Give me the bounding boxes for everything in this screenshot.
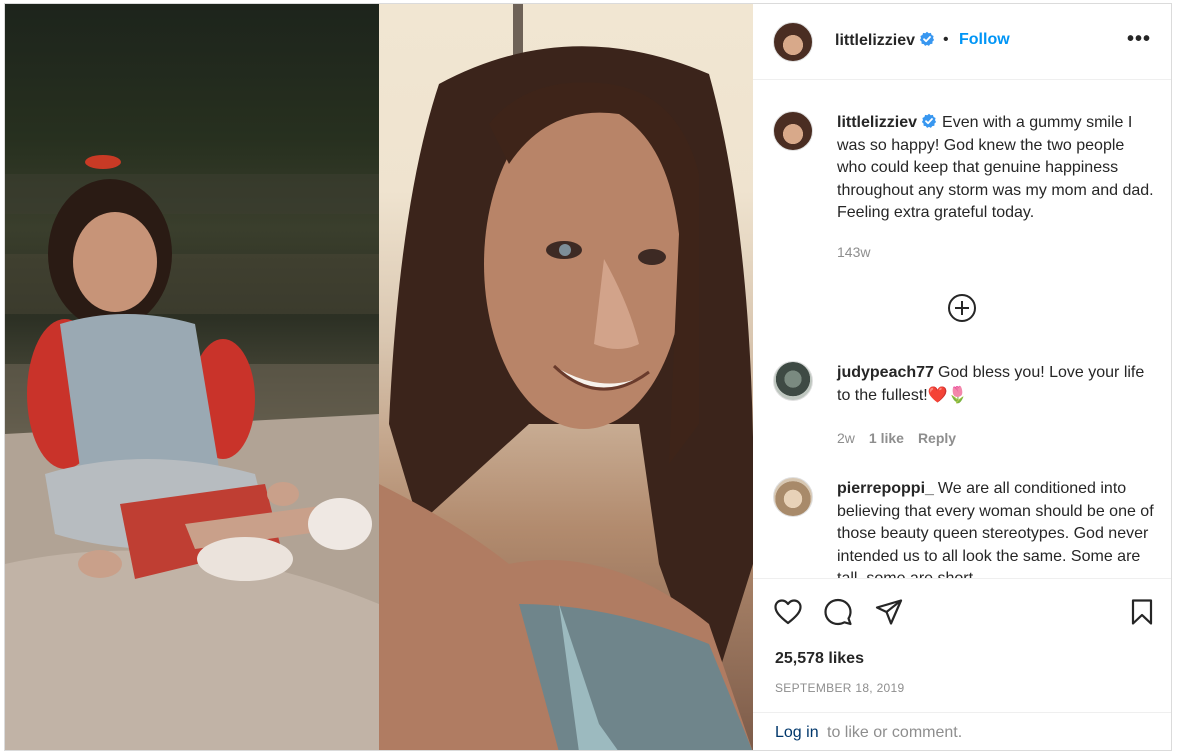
- verified-badge-icon: [920, 31, 935, 46]
- post-header: littlelizziev • Follow •••: [753, 4, 1171, 80]
- share-icon[interactable]: [874, 597, 904, 627]
- post-dialog: littlelizziev • Follow ••• littlelizziev…: [4, 3, 1172, 751]
- post-date[interactable]: SEPTEMBER 18, 2019: [775, 681, 904, 695]
- comment-age[interactable]: 2w: [837, 430, 855, 446]
- comments-list[interactable]: littlelizziev Even with a gummy smile I …: [753, 81, 1171, 578]
- author-avatar[interactable]: [773, 22, 813, 62]
- caption-username[interactable]: littlelizziev: [837, 114, 917, 131]
- selfie-photo: [379, 4, 753, 750]
- login-prompt-text: to like or comment.: [827, 724, 963, 741]
- caption-meta: 143w: [837, 244, 884, 260]
- more-options-icon[interactable]: •••: [1125, 28, 1153, 52]
- caption-text: littlelizziev Even with a gummy smile I …: [837, 112, 1157, 225]
- heart-icon[interactable]: [773, 597, 803, 627]
- verified-badge-icon: [921, 113, 937, 128]
- login-prompt: Log in to like or comment.: [753, 712, 1171, 750]
- post-media[interactable]: [5, 4, 753, 750]
- load-more-comments-icon[interactable]: [947, 293, 977, 323]
- comment-avatar[interactable]: [773, 477, 813, 517]
- comment-avatar[interactable]: [773, 361, 813, 401]
- caption-age[interactable]: 143w: [837, 244, 870, 260]
- follow-button[interactable]: Follow: [959, 31, 1010, 49]
- bookmark-icon[interactable]: [1127, 597, 1157, 627]
- comment-username[interactable]: pierrepoppi_: [837, 480, 934, 497]
- caption-avatar[interactable]: [773, 111, 813, 151]
- comment-username[interactable]: judypeach77: [837, 364, 934, 381]
- author-username[interactable]: littlelizziev: [835, 32, 915, 49]
- comment-icon[interactable]: [823, 597, 853, 627]
- header-separator: •: [943, 31, 949, 48]
- comment-item: pierrepoppi_ We are all conditioned into …: [837, 478, 1157, 578]
- post-side-panel: littlelizziev • Follow ••• littlelizziev…: [753, 4, 1171, 750]
- author-name-row: littlelizziev: [835, 31, 935, 50]
- comment-meta: 2w 1 like Reply: [837, 430, 970, 446]
- like-count[interactable]: 25,578 likes: [775, 650, 864, 668]
- post-actions: 25,578 likes SEPTEMBER 18, 2019: [753, 578, 1171, 712]
- childhood-photo: [5, 4, 379, 750]
- login-link[interactable]: Log in: [775, 724, 819, 742]
- reply-button[interactable]: Reply: [918, 430, 956, 446]
- comment-likes[interactable]: 1 like: [869, 430, 904, 446]
- comment-item: judypeach77 God bless you! Love your life…: [837, 362, 1157, 407]
